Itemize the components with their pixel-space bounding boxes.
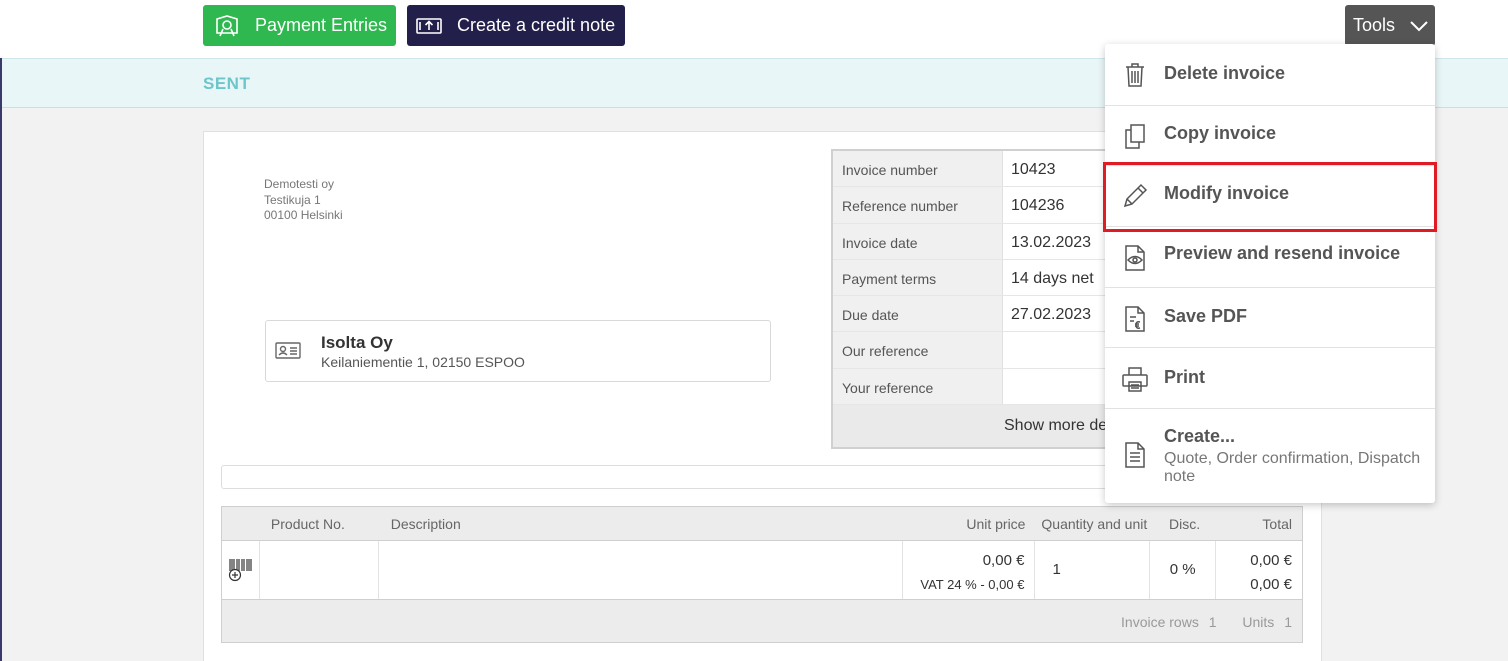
contact-card-icon (275, 341, 301, 366)
info-label: Reference number (833, 187, 1003, 223)
recipient-address: Keilaniementie 1, 02150 ESPOO (321, 354, 525, 370)
header-icon-col (222, 507, 260, 540)
menu-item-sublabel: Quote, Order confirmation, Dispatch note (1164, 450, 1421, 485)
cell-description[interactable] (379, 541, 903, 599)
menu-item-label: Preview and resend invoice (1164, 243, 1401, 263)
credit-note-icon (415, 14, 443, 38)
info-label: Your reference (833, 368, 1003, 405)
info-label: Payment terms (833, 259, 1003, 296)
add-product-barcode-icon[interactable] (222, 541, 260, 599)
sender-city: 00100 Helsinki (264, 208, 343, 222)
menu-item-label: Copy invoice (1164, 123, 1277, 143)
highlight-frame (1103, 162, 1437, 232)
cell-discount[interactable]: 0 % (1150, 541, 1217, 599)
header-quantity: Quantity and unit (1041, 516, 1148, 532)
sender-address: Demotesti oy Testikuja 1 00100 Helsinki (264, 177, 343, 224)
cell-unit-price[interactable]: 0,00 € VAT 24 % - 0,00 € (903, 541, 1036, 599)
cell-quantity[interactable]: 1 (1035, 541, 1151, 599)
info-row-reference-number: Reference number 104236 (833, 187, 1131, 224)
copy-icon (1105, 106, 1164, 165)
menu-item-save-pdf[interactable]: Save PDF (1105, 288, 1435, 348)
unit-price-vat: VAT 24 % - 0,00 € (920, 577, 1025, 592)
sender-name: Demotesti oy (264, 177, 335, 191)
cell-product-no[interactable] (260, 541, 379, 599)
menu-item-create-text: Create... Quote, Order confirmation, Dis… (1164, 409, 1429, 503)
create-credit-note-label: Create a credit note (457, 15, 616, 35)
invoice-rows-count: 1 (1208, 614, 1217, 630)
units-count: 1 (1284, 614, 1292, 630)
info-row-our-reference: Our reference (833, 332, 1131, 369)
menu-item-label: Create... (1164, 426, 1236, 446)
cell-total: 0,00 € 0,00 € (1216, 541, 1302, 599)
header-description: Description (390, 516, 461, 532)
tools-menu: Delete invoice Copy invoice Modify invoi… (1105, 44, 1435, 503)
info-row-your-reference: Your reference (833, 368, 1131, 406)
menu-item-create[interactable]: Create... Quote, Order confirmation, Dis… (1105, 409, 1435, 503)
menu-item-label: Save PDF (1164, 306, 1248, 326)
table-row[interactable]: 0,00 € VAT 24 % - 0,00 € 1 0 % 0,00 € 0,… (222, 541, 1302, 600)
printer-icon (1105, 348, 1164, 408)
info-row-invoice-date: Invoice date 13.02.2023 (833, 223, 1131, 260)
menu-item-label: Delete invoice (1164, 63, 1286, 83)
invoice-rows-label: Invoice rows (1121, 614, 1199, 630)
payment-icon (213, 14, 241, 38)
menu-item-delete-invoice[interactable]: Delete invoice (1105, 44, 1435, 106)
header-discount: Disc. (1169, 516, 1201, 532)
payment-entries-label: Payment Entries (255, 15, 388, 35)
table-header: Product No. Description Unit price Quant… (222, 507, 1302, 541)
chevron-down-icon (1409, 20, 1429, 32)
header-product-no: Product No. (270, 516, 345, 532)
sender-street: Testikuja 1 (264, 192, 321, 207)
recipient-name: Isolta Oy (321, 333, 393, 352)
total-vat-value: 0,00 € (1250, 576, 1292, 593)
info-label: Due date (833, 296, 1003, 332)
info-row-due-date: Due date 27.02.2023 (833, 296, 1131, 333)
total-value: 0,00 € (1250, 552, 1292, 569)
unit-price-value: 0,00 € (982, 552, 1025, 569)
payment-entries-button[interactable]: Payment Entries (203, 5, 396, 46)
units-label: Units (1242, 614, 1275, 630)
invoice-rows-table: Product No. Description Unit price Quant… (221, 506, 1303, 643)
document-icon (1105, 409, 1164, 503)
header-total: Total (1262, 516, 1292, 532)
show-more-details-link[interactable]: Show more de (833, 405, 1131, 448)
tools-button[interactable]: Tools (1345, 5, 1435, 46)
menu-item-preview-resend[interactable]: Preview and resend invoice (1105, 227, 1435, 288)
tools-label: Tools (1353, 15, 1396, 35)
status-badge: SENT (203, 74, 251, 93)
info-label: Invoice number (833, 151, 1003, 187)
trash-icon (1105, 44, 1164, 105)
pdf-icon (1105, 288, 1164, 347)
info-label: Our reference (833, 332, 1003, 368)
preview-icon (1105, 227, 1164, 287)
invoice-info-table: Invoice number 10423 Reference number 10… (831, 149, 1131, 450)
header-unit-price: Unit price (966, 516, 1026, 532)
info-row-payment-terms: Payment terms 14 days net (833, 259, 1131, 297)
table-footer: Invoice rows 1 Units 1 (222, 600, 1302, 642)
create-credit-note-button[interactable]: Create a credit note (407, 5, 625, 46)
menu-item-copy-invoice[interactable]: Copy invoice (1105, 106, 1435, 166)
menu-item-print[interactable]: Print (1105, 348, 1435, 409)
recipient-card[interactable]: Isolta Oy Keilaniementie 1, 02150 ESPOO (265, 320, 771, 382)
info-label: Invoice date (833, 223, 1003, 259)
info-row-invoice-number: Invoice number 10423 (833, 151, 1131, 188)
menu-item-label: Print (1164, 367, 1206, 387)
